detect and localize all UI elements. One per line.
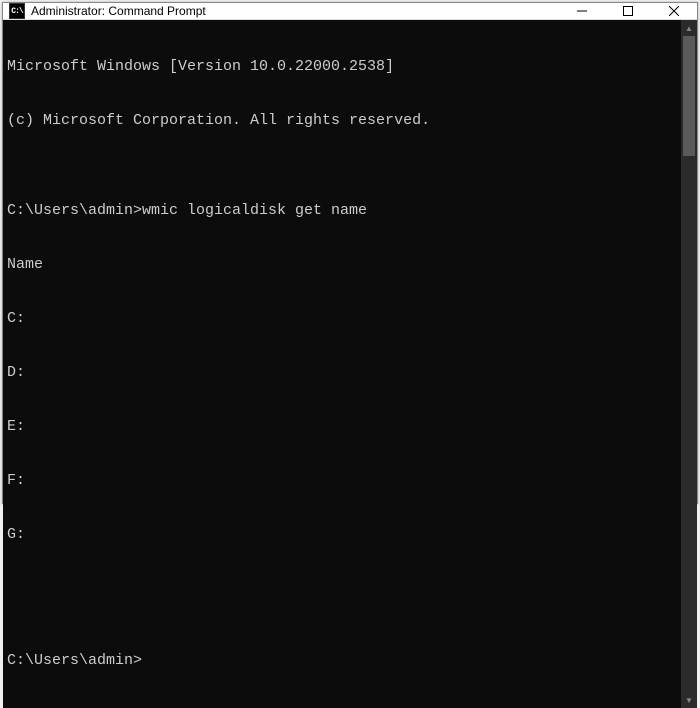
maximize-icon bbox=[623, 6, 633, 16]
app-icon: C:\ bbox=[9, 3, 25, 19]
scrollbar-thumb[interactable] bbox=[683, 36, 695, 156]
app-icon-text: C:\ bbox=[11, 7, 22, 16]
titlebar[interactable]: C:\ Administrator: Command Prompt bbox=[3, 3, 697, 20]
terminal-line: D: bbox=[7, 364, 677, 382]
terminal-output[interactable]: Microsoft Windows [Version 10.0.22000.25… bbox=[3, 20, 681, 708]
terminal-line: Microsoft Windows [Version 10.0.22000.25… bbox=[7, 58, 677, 76]
terminal-prompt: C:\Users\admin> bbox=[7, 652, 677, 670]
terminal-line: E: bbox=[7, 418, 677, 436]
close-icon bbox=[669, 6, 679, 16]
minimize-button[interactable] bbox=[559, 3, 605, 19]
command-prompt-window: C:\ Administrator: Command Prompt Micros… bbox=[2, 2, 698, 504]
vertical-scrollbar[interactable]: ▲ ▼ bbox=[681, 20, 697, 708]
minimize-icon bbox=[577, 6, 587, 16]
terminal-line: C:\Users\admin>wmic logicaldisk get name bbox=[7, 202, 677, 220]
close-button[interactable] bbox=[651, 3, 697, 19]
maximize-button[interactable] bbox=[605, 3, 651, 19]
scroll-down-icon[interactable]: ▼ bbox=[681, 692, 697, 708]
terminal-line: F: bbox=[7, 472, 677, 490]
terminal-area: Microsoft Windows [Version 10.0.22000.25… bbox=[3, 20, 697, 708]
scroll-up-icon[interactable]: ▲ bbox=[681, 20, 697, 36]
terminal-line: G: bbox=[7, 526, 677, 544]
terminal-line: Name bbox=[7, 256, 677, 274]
window-controls bbox=[559, 3, 697, 19]
terminal-line: (c) Microsoft Corporation. All rights re… bbox=[7, 112, 677, 130]
window-title: Administrator: Command Prompt bbox=[31, 4, 559, 18]
terminal-line: C: bbox=[7, 310, 677, 328]
